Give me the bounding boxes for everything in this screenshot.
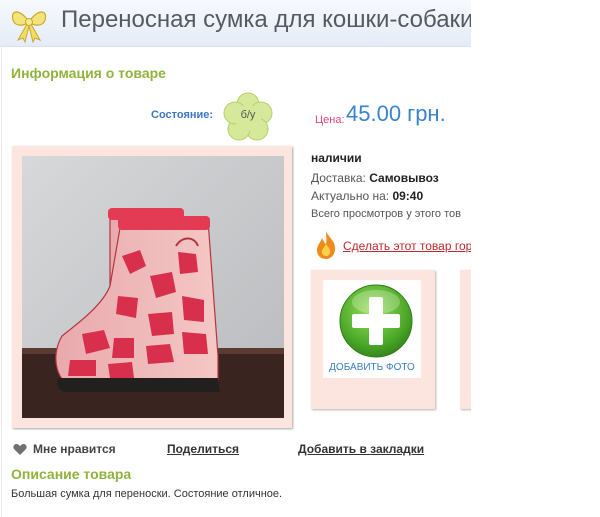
make-hot-link[interactable]: Сделать этот товар гор xyxy=(343,239,471,253)
plus-icon xyxy=(339,284,413,358)
product-photo[interactable] xyxy=(22,156,284,418)
page-title: Переносная сумка для кошки-собаки xyxy=(61,6,471,33)
delivery-line: Доставка: Самовывоз xyxy=(311,171,439,185)
bow-icon xyxy=(11,11,47,44)
description-heading: Описание товара xyxy=(11,466,132,482)
price-value: 45.00 грн. xyxy=(346,101,446,126)
add-photo-button[interactable]: ДОБАВИТЬ ФОТО xyxy=(323,280,421,378)
add-photo-card[interactable]: ДОБАВИТЬ ФОТО xyxy=(311,270,435,409)
page-frame: Переносная сумка для кошки-собаки Информ… xyxy=(0,0,471,517)
condition-label: Состояние: xyxy=(151,109,214,121)
product-info-heading: Информация о товаре xyxy=(11,65,166,81)
page-header: Переносная сумка для кошки-собаки xyxy=(0,0,471,47)
photo-slot-card[interactable] xyxy=(460,270,471,409)
content-border xyxy=(1,46,2,517)
share-link[interactable]: Поделиться xyxy=(167,442,239,456)
add-photo-label: ДОБАВИТЬ ФОТО xyxy=(329,362,415,373)
views-text: Всего просмотров у этого тов xyxy=(311,208,461,220)
description-text: Большая сумка для переноски. Состояние о… xyxy=(11,488,283,500)
condition-value: б/у xyxy=(240,109,256,121)
availability-status: наличии xyxy=(311,151,362,165)
bookmark-link[interactable]: Добавить в закладки xyxy=(298,442,424,456)
actual-label: Актуально на: xyxy=(311,189,390,203)
actual-line: Актуально на: 09:40 xyxy=(311,189,423,203)
price-label: Цена: xyxy=(315,114,345,126)
availability-value: наличии xyxy=(311,151,362,165)
heart-icon[interactable] xyxy=(13,443,27,455)
actual-value: 09:40 xyxy=(392,189,424,203)
main-photo-card[interactable] xyxy=(12,146,292,428)
delivery-value: Самовывоз xyxy=(369,171,439,185)
delivery-label: Доставка: xyxy=(311,171,366,185)
like-label[interactable]: Мне нравится xyxy=(33,442,116,456)
fire-icon xyxy=(317,231,336,259)
